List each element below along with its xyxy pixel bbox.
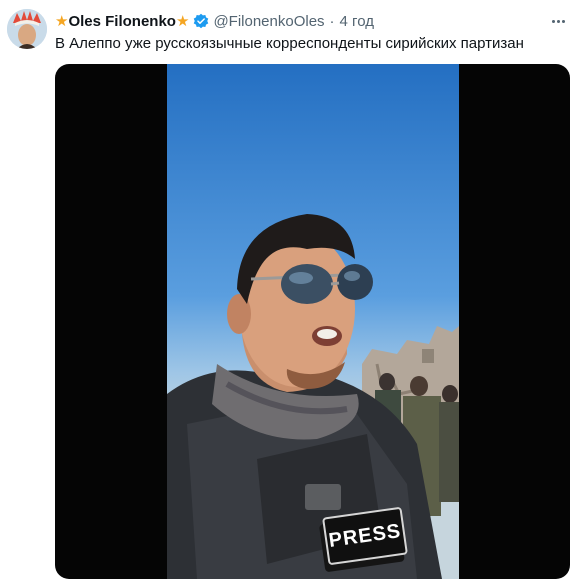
tweet[interactable]: ★ Oles Filonenko ★ @FilonenkoOles · 4 го… bbox=[0, 0, 581, 586]
separator-dot: · bbox=[329, 12, 335, 30]
author-avatar[interactable] bbox=[7, 9, 47, 49]
avatar-image bbox=[7, 9, 47, 49]
more-dot bbox=[561, 19, 565, 23]
video-frame[interactable]: PRESS bbox=[167, 64, 459, 579]
tweet-timestamp[interactable]: 4 год bbox=[340, 13, 374, 30]
author-name-text: Oles Filonenko bbox=[68, 12, 176, 30]
author-name[interactable]: ★ Oles Filonenko ★ bbox=[55, 13, 189, 30]
tweet-text: В Алеппо уже русскоязычные корреспондент… bbox=[55, 35, 524, 52]
verified-badge-icon bbox=[194, 13, 209, 29]
star-icon: ★ bbox=[175, 12, 190, 30]
more-dot bbox=[551, 19, 555, 23]
press-label: PRESS bbox=[327, 519, 403, 552]
more-dot bbox=[556, 19, 560, 23]
star-icon: ★ bbox=[55, 12, 69, 30]
tweet-header: ★ Oles Filonenko ★ @FilonenkoOles · 4 го… bbox=[55, 11, 374, 31]
video-still-image bbox=[167, 64, 459, 579]
author-handle[interactable]: @FilonenkoOles bbox=[213, 13, 324, 30]
tweet-video[interactable]: PRESS bbox=[55, 64, 570, 579]
more-options-button[interactable] bbox=[548, 12, 568, 30]
